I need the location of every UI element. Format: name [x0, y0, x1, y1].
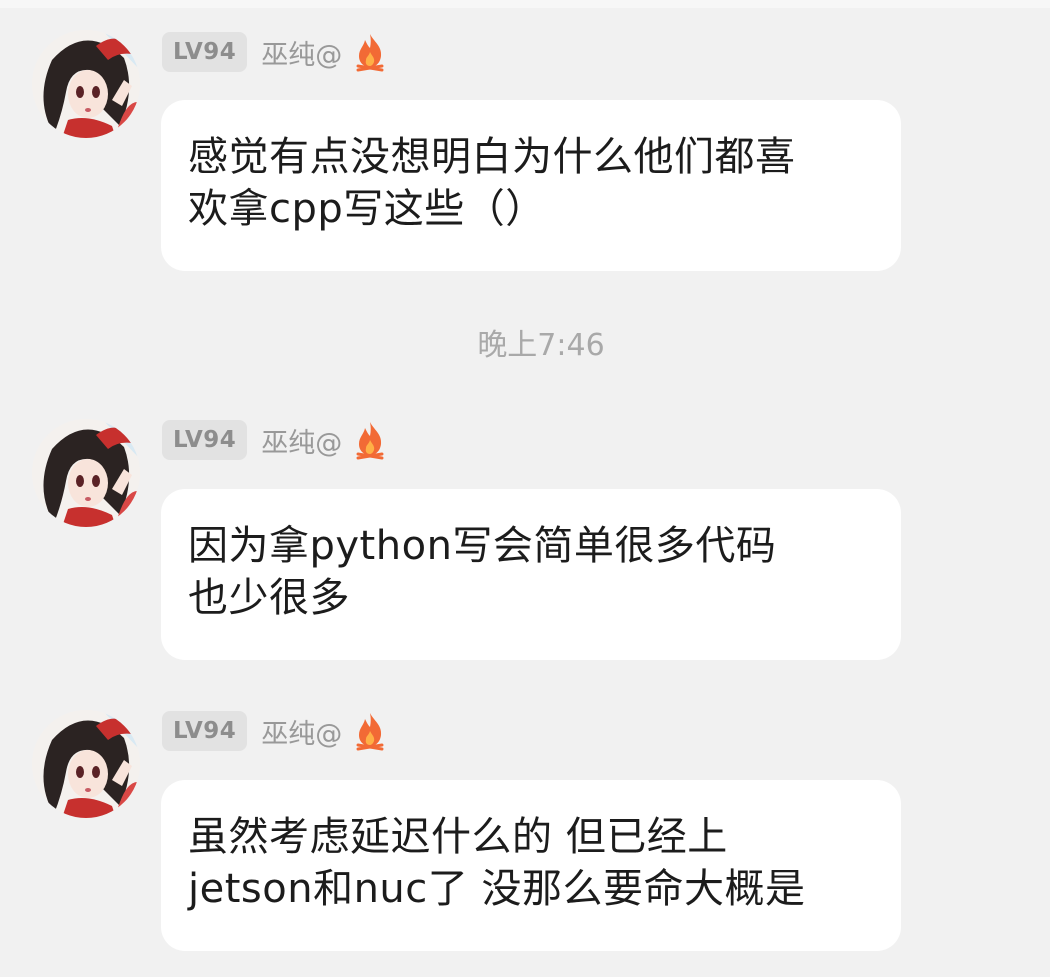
message-text: 因为拿python写会简单很多代码 也少很多 [188, 520, 881, 624]
fire-icon [354, 32, 386, 72]
level-badge: LV94 [162, 711, 248, 751]
message-line: 也少很多 [188, 575, 350, 621]
avatar[interactable] [32, 419, 140, 527]
avatar[interactable] [32, 30, 140, 138]
fire-icon [354, 420, 386, 460]
sender-nickname[interactable]: 巫纯@ [261, 421, 342, 460]
sender-meta: LV94 巫纯@ [162, 709, 386, 753]
message-line: 虽然考虑延迟什么的 但已经上 [188, 814, 728, 860]
message-bubble[interactable]: 感觉有点没想明白为什么他们都喜 欢拿cpp写这些（） [161, 100, 901, 271]
message-line: 欢拿cpp写这些（） [188, 186, 546, 232]
sender-meta: LV94 巫纯@ [162, 30, 386, 74]
level-badge: LV94 [162, 32, 248, 72]
message-line: 因为拿python写会简单很多代码 [188, 523, 777, 569]
sender-meta: LV94 巫纯@ [162, 418, 386, 462]
avatar[interactable] [32, 710, 140, 818]
top-strip [0, 0, 1050, 8]
message-text: 感觉有点没想明白为什么他们都喜 欢拿cpp写这些（） [188, 131, 881, 235]
time-divider: 晚上7:46 [477, 328, 605, 363]
message-line: jetson和nuc了 没那么要命大概是 [188, 866, 806, 912]
sender-nickname[interactable]: 巫纯@ [261, 33, 342, 72]
message-bubble[interactable]: 因为拿python写会简单很多代码 也少很多 [161, 489, 901, 660]
sender-nickname[interactable]: 巫纯@ [261, 712, 342, 751]
message-line: 感觉有点没想明白为什么他们都喜 [188, 134, 796, 180]
message-text: 虽然考虑延迟什么的 但已经上 jetson和nuc了 没那么要命大概是 [188, 811, 881, 915]
fire-icon [354, 711, 386, 751]
message-bubble[interactable]: 虽然考虑延迟什么的 但已经上 jetson和nuc了 没那么要命大概是 [161, 780, 901, 951]
level-badge: LV94 [162, 420, 248, 460]
